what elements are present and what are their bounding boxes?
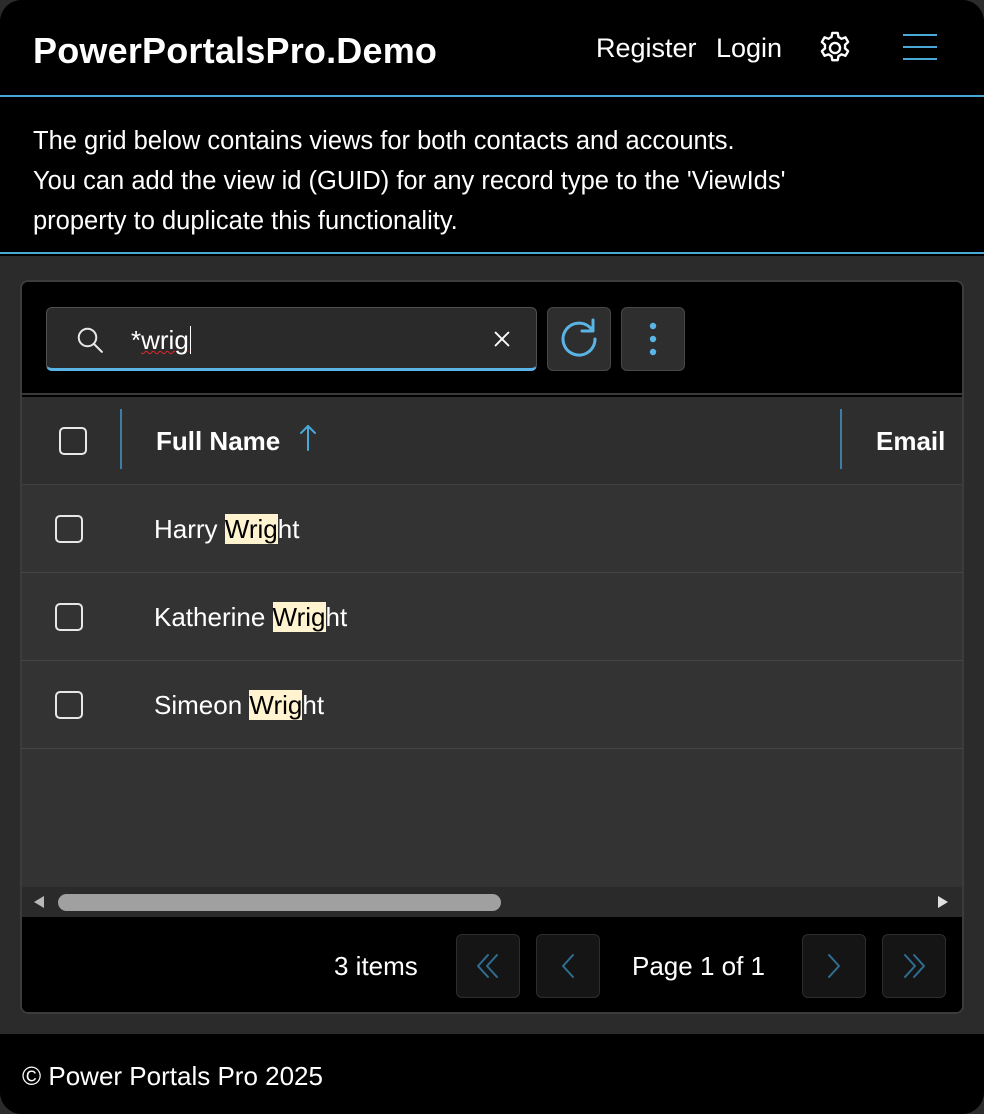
text-caret (189, 326, 191, 354)
chevron-left-icon (562, 954, 574, 978)
search-value[interactable]: *wrig (131, 325, 191, 356)
gear-icon[interactable] (816, 29, 854, 67)
table-row[interactable]: Harry Wright (22, 485, 962, 573)
grid-header-row: Full Name Email (22, 397, 962, 485)
row-checkbox[interactable] (55, 603, 83, 631)
refresh-button[interactable] (547, 307, 611, 371)
scrollbar-thumb[interactable] (58, 894, 501, 911)
column-header-email[interactable]: Email (876, 426, 945, 457)
app-window: PowerPortalsPro.Demo Register Login The … (0, 0, 984, 1114)
page-indicator: Page 1 of 1 (632, 951, 765, 981)
hamburger-icon[interactable] (903, 33, 937, 61)
full-name-cell: Katherine Wright (154, 602, 347, 633)
close-icon[interactable] (491, 328, 513, 350)
previous-page-button[interactable] (536, 934, 600, 998)
column-resize-handle[interactable] (120, 409, 122, 469)
column-resize-handle[interactable] (840, 409, 842, 469)
column-header-full-name[interactable]: Full Name (156, 426, 280, 457)
next-page-button[interactable] (802, 934, 866, 998)
select-all-checkbox[interactable] (59, 427, 87, 455)
more-vertical-icon (649, 322, 657, 356)
scroll-right-icon[interactable] (938, 896, 948, 908)
name-text: ht (277, 514, 300, 544)
top-nav-bar: PowerPortalsPro.Demo Register Login (0, 0, 984, 97)
search-input[interactable]: *wrig (46, 307, 537, 371)
name-text: ht (325, 602, 348, 632)
grid-toolbar: *wrig (22, 282, 962, 395)
more-options-button[interactable] (621, 307, 685, 371)
intro-line-2: You can add the view id (GUID) for any r… (33, 167, 786, 195)
intro-line-3: property to duplicate this functionality… (33, 207, 458, 235)
search-highlight: Wrig (272, 602, 326, 632)
refresh-icon (561, 318, 597, 357)
copyright-text: © Power Portals Pro 2025 (22, 1061, 323, 1091)
double-chevron-left-icon (477, 954, 498, 978)
intro-section: The grid below contains views for both c… (0, 99, 984, 254)
first-page-button[interactable] (456, 934, 520, 998)
pagination-bar: 3 items Page 1 of 1 (22, 917, 962, 1012)
row-checkbox[interactable] (55, 691, 83, 719)
name-text: Simeon (154, 690, 250, 720)
scroll-left-icon[interactable] (34, 896, 44, 908)
search-highlight: Wrig (224, 514, 278, 544)
search-highlight: Wrig (249, 690, 303, 720)
sort-ascending-icon (300, 425, 316, 451)
login-link[interactable]: Login (716, 33, 782, 64)
search-query: wrig (141, 325, 189, 355)
site-brand[interactable]: PowerPortalsPro.Demo (33, 30, 437, 72)
items-count: 3 items (334, 951, 418, 981)
last-page-button[interactable] (882, 934, 946, 998)
grid-body: Harry Wright Katherine Wright Simeon Wri… (22, 485, 962, 887)
site-footer: © Power Portals Pro 2025 (0, 1034, 984, 1114)
intro-line-1: The grid below contains views for both c… (33, 127, 735, 155)
name-text: Katherine (154, 602, 273, 632)
row-checkbox[interactable] (55, 515, 83, 543)
chevron-right-icon (828, 954, 840, 978)
search-prefix: * (131, 325, 142, 355)
full-name-cell: Simeon Wright (154, 690, 324, 721)
search-icon (77, 327, 103, 353)
full-name-cell: Harry Wright (154, 514, 299, 545)
table-row[interactable]: Simeon Wright (22, 661, 962, 749)
name-text: ht (302, 690, 325, 720)
double-chevron-right-icon (904, 954, 925, 978)
data-grid: *wrig Full Name Email Harry Wright Kathe… (20, 280, 964, 1014)
table-row[interactable]: Katherine Wright (22, 573, 962, 661)
register-link[interactable]: Register (596, 33, 697, 64)
horizontal-scrollbar[interactable] (22, 887, 962, 917)
name-text: Harry (154, 514, 225, 544)
